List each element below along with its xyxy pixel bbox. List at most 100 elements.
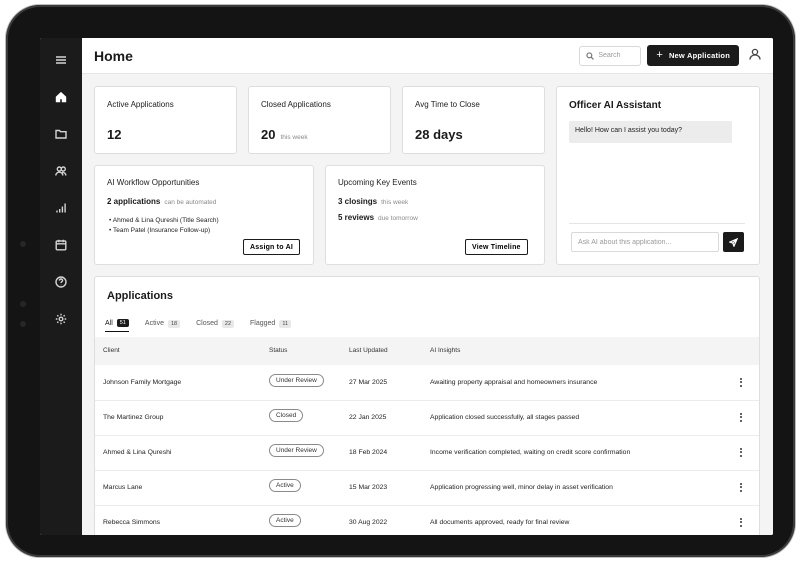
tab-count: 22 bbox=[221, 319, 235, 328]
cell-insight: Application progressing well, minor dela… bbox=[430, 484, 613, 491]
stat-card-closed: Closed Applications 20 this week bbox=[248, 86, 391, 154]
folder-icon[interactable] bbox=[49, 122, 73, 146]
assign-to-ai-button[interactable]: Assign to AI bbox=[243, 239, 300, 255]
tab-flagged[interactable]: Flagged 11 bbox=[250, 319, 292, 332]
home-icon[interactable] bbox=[49, 85, 73, 109]
table-row[interactable]: The Martinez Group Closed 22 Jan 2025 Ap… bbox=[95, 401, 759, 436]
stat-label: Avg Time to Close bbox=[415, 100, 480, 109]
table-row[interactable]: Marcus Lane Active 15 Mar 2023 Applicati… bbox=[95, 471, 759, 506]
table-row[interactable]: Ahmed & Lina Qureshi Under Review 18 Feb… bbox=[95, 436, 759, 471]
workflow-item-label: Team Patel (Insurance Follow-up) bbox=[112, 227, 211, 234]
table-row[interactable]: Rebecca Simmons Active 30 Aug 2022 All d… bbox=[95, 506, 759, 535]
tab-label: Active bbox=[144, 320, 164, 327]
cell-client: Ahmed & Lina Qureshi bbox=[103, 449, 172, 456]
bar-chart-icon[interactable] bbox=[49, 196, 73, 220]
ai-assistant-panel: Officer AI Assistant Hello! How can I as… bbox=[556, 86, 760, 265]
status-badge: Under Review bbox=[269, 444, 324, 457]
cell-updated: 15 Mar 2023 bbox=[349, 484, 388, 491]
sidebar bbox=[40, 38, 82, 535]
help-icon[interactable] bbox=[49, 270, 73, 294]
stat-card-avg: Avg Time to Close 28 days bbox=[402, 86, 545, 154]
tab-count: 11 bbox=[279, 319, 292, 328]
events-closings-line: 3 closings this week bbox=[338, 197, 532, 206]
page-title: Home bbox=[94, 47, 133, 64]
workflow-title: AI Workflow Opportunities bbox=[107, 178, 200, 187]
calendar-icon[interactable] bbox=[49, 233, 73, 257]
app-screen: Home + New Application Active Applicatio… bbox=[40, 38, 773, 535]
cell-client: The Martinez Group bbox=[103, 414, 164, 421]
applications-panel: Applications All 51 Active 18 Closed 22 bbox=[94, 276, 760, 535]
tab-count: 18 bbox=[167, 319, 181, 328]
list-item: • Team Patel (Insurance Follow-up) bbox=[109, 227, 211, 234]
events-reviews-line: 5 reviews due tomorrow bbox=[338, 213, 532, 222]
divider bbox=[569, 223, 745, 224]
users-icon[interactable] bbox=[49, 159, 73, 183]
new-application-button[interactable]: + New Application bbox=[647, 45, 739, 66]
ai-chat-input[interactable] bbox=[571, 232, 719, 252]
status-badge: Active bbox=[269, 514, 301, 527]
tab-active[interactable]: Active 18 bbox=[144, 319, 181, 332]
tab-label: Flagged bbox=[250, 320, 276, 327]
more-options-icon[interactable] bbox=[736, 445, 746, 459]
stat-card-active: Active Applications 12 bbox=[94, 86, 237, 154]
table-row[interactable]: Johnson Family Mortgage Under Review 27 … bbox=[95, 366, 759, 401]
events-card: Upcoming Key Events 3 closings this week … bbox=[325, 165, 545, 265]
ai-assistant-title: Officer AI Assistant bbox=[569, 100, 662, 111]
cell-insight: Awaiting property appraisal and homeowne… bbox=[430, 379, 598, 386]
settings-icon[interactable] bbox=[49, 307, 73, 331]
status-badge: Active bbox=[269, 479, 301, 492]
column-header-insights[interactable]: AI Insights bbox=[430, 347, 460, 354]
cell-client: Marcus Lane bbox=[103, 484, 143, 491]
tab-label: Closed bbox=[196, 320, 218, 327]
send-icon bbox=[729, 237, 738, 247]
more-options-icon[interactable] bbox=[736, 410, 746, 424]
cell-insight: All documents approved, ready for final … bbox=[430, 519, 570, 526]
more-options-icon[interactable] bbox=[736, 375, 746, 389]
applications-title: Applications bbox=[107, 290, 174, 302]
new-application-label: New Application bbox=[668, 51, 730, 60]
workflow-count-line: 2 applications can be automated bbox=[107, 197, 301, 206]
side-sensor bbox=[20, 241, 26, 247]
side-sensor bbox=[20, 321, 26, 327]
events-reviews-sub: due tomorrow bbox=[378, 215, 418, 222]
main-content: Home + New Application Active Applicatio… bbox=[82, 38, 773, 535]
cell-updated: 27 Mar 2025 bbox=[349, 379, 388, 386]
column-header-status[interactable]: Status bbox=[269, 347, 287, 354]
search-input[interactable] bbox=[598, 52, 641, 59]
stat-value: 12 bbox=[107, 127, 122, 142]
view-timeline-button[interactable]: View Timeline bbox=[465, 239, 528, 255]
column-header-client[interactable]: Client bbox=[103, 347, 120, 354]
stat-value: 20 bbox=[261, 127, 276, 142]
stat-sub: this week bbox=[280, 134, 308, 141]
workflow-list: • Ahmed & Lina Qureshi (Title Search) • … bbox=[107, 217, 301, 234]
camera-icon bbox=[20, 301, 26, 307]
stat-label: Closed Applications bbox=[261, 100, 331, 109]
workflow-count: 2 applications bbox=[107, 197, 161, 206]
tab-closed[interactable]: Closed 22 bbox=[196, 319, 235, 332]
cell-client: Johnson Family Mortgage bbox=[103, 379, 182, 386]
cell-updated: 18 Feb 2024 bbox=[349, 449, 388, 456]
search-box[interactable] bbox=[579, 45, 642, 66]
cell-updated: 30 Aug 2022 bbox=[349, 519, 388, 526]
workflow-card: AI Workflow Opportunities 2 applications… bbox=[94, 165, 314, 265]
tab-label: All bbox=[105, 319, 113, 327]
table-header: Client Status Last Updated AI Insights bbox=[95, 337, 759, 365]
cell-updated: 22 Jan 2025 bbox=[349, 414, 387, 421]
events-closings-sub: this week bbox=[381, 199, 409, 206]
tab-all[interactable]: All 51 bbox=[105, 319, 129, 332]
search-icon bbox=[586, 51, 595, 60]
more-options-icon[interactable] bbox=[736, 515, 746, 529]
ai-message-bubble: Hello! How can I assist you today? bbox=[569, 121, 732, 143]
cell-insight: Application closed successfully, all sta… bbox=[430, 414, 580, 421]
status-badge: Under Review bbox=[269, 374, 324, 387]
menu-icon[interactable] bbox=[49, 48, 73, 72]
events-closings: 3 closings bbox=[338, 197, 378, 206]
stat-value: 28 days bbox=[415, 127, 463, 142]
cell-insight: Income verification completed, waiting o… bbox=[430, 449, 631, 456]
send-button[interactable] bbox=[723, 232, 744, 252]
plus-icon: + bbox=[656, 49, 663, 61]
more-options-icon[interactable] bbox=[736, 480, 746, 494]
tab-count: 51 bbox=[116, 319, 129, 327]
user-icon[interactable] bbox=[749, 47, 761, 65]
column-header-updated[interactable]: Last Updated bbox=[349, 347, 388, 354]
